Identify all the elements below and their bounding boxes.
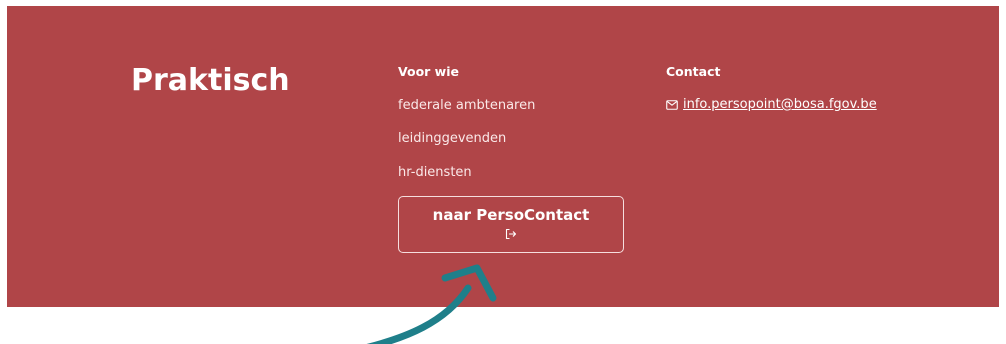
page: Praktisch Voor wie federale ambtenaren l… <box>0 0 1006 344</box>
section-heading: Praktisch <box>131 63 290 98</box>
contact-email-link[interactable]: info.persopoint@bosa.fgov.be <box>683 97 877 113</box>
curved-arrow-icon <box>366 264 497 344</box>
link-hr-diensten[interactable]: hr-diensten <box>398 165 472 181</box>
voor-wie-title: Voor wie <box>398 64 459 79</box>
mail-icon <box>666 100 678 110</box>
contact-email-row: info.persopoint@bosa.fgov.be <box>666 97 877 113</box>
link-leidinggevenden[interactable]: leidinggevenden <box>398 131 506 147</box>
link-federale-ambtenaren[interactable]: federale ambtenaren <box>398 98 535 114</box>
external-link-icon <box>505 228 517 240</box>
persocontact-button[interactable]: naar PersoContact <box>398 196 624 253</box>
contact-title: Contact <box>666 64 721 79</box>
persocontact-button-label: naar PersoContact <box>432 206 590 224</box>
